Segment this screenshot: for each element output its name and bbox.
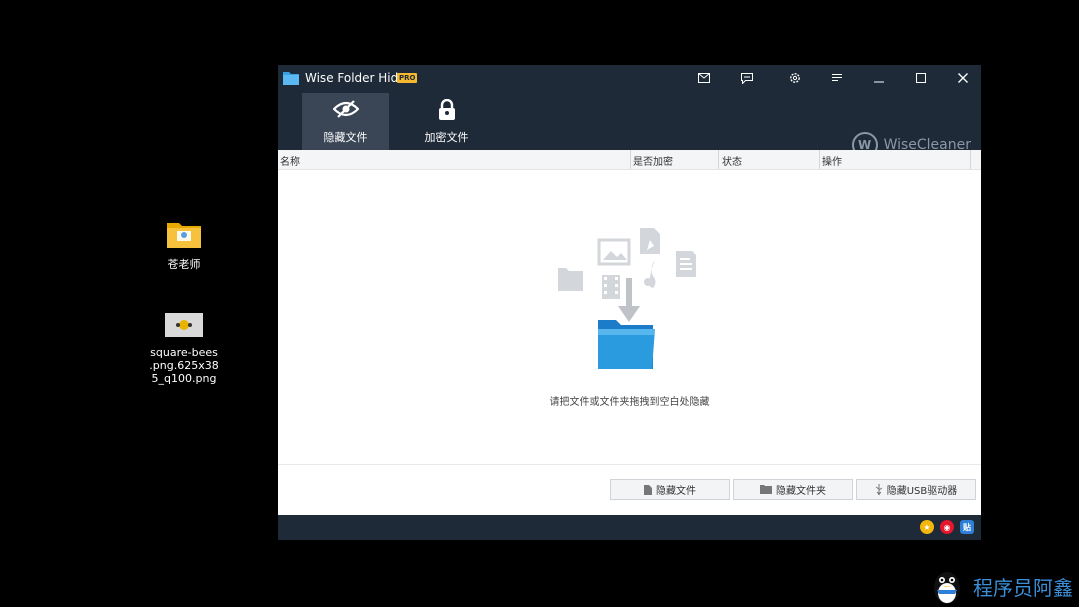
app-logo-icon	[282, 69, 300, 86]
pro-badge: PRO	[397, 73, 418, 83]
hide-usb-button[interactable]: 隐藏USB驱动器	[856, 479, 976, 500]
tieba-icon-label: 贴	[963, 522, 971, 532]
eye-slash-icon	[302, 99, 389, 123]
maximize-button[interactable]	[910, 68, 932, 88]
close-button[interactable]	[952, 68, 974, 88]
desktop-file-icon-item[interactable]: square-bees .png.625x38 5_q100.png	[149, 313, 219, 385]
menu-icon	[832, 74, 842, 81]
hide-file-button-label: 隐藏文件	[656, 486, 696, 497]
penguin-icon	[934, 572, 960, 604]
window-title: Wise Folder Hider	[305, 71, 411, 85]
hide-file-button[interactable]: 隐藏文件	[610, 479, 730, 500]
watermark: 程序员阿鑫	[927, 566, 1073, 606]
hide-folder-button-label: 隐藏文件夹	[776, 486, 826, 497]
folder-icon	[760, 485, 772, 494]
column-divider	[819, 150, 820, 169]
drop-zone-illustration	[548, 220, 708, 380]
desktop-icon-label: square-bees .png.625x38 5_q100.png	[149, 346, 219, 385]
file-list-area[interactable]: 名称 是否加密 状态 操作 请把文件或文件夹拖拽到空白处隐藏 隐藏文件 隐藏文件…	[278, 150, 981, 515]
star-icon[interactable]: ★	[920, 520, 934, 534]
app-window: Wise Folder Hider PRO 隐藏文件 加密文件 W WiseCl…	[278, 65, 981, 540]
maximize-icon	[916, 73, 926, 83]
usb-icon	[875, 484, 883, 495]
tab-hide-files[interactable]: 隐藏文件	[302, 93, 389, 150]
gear-icon	[790, 73, 800, 83]
tab-encrypt-files[interactable]: 加密文件	[403, 93, 490, 150]
column-action[interactable]: 操作	[822, 153, 842, 168]
divider	[278, 464, 981, 465]
menu-button[interactable]	[826, 68, 848, 88]
tab-encrypt-files-label: 加密文件	[424, 131, 469, 144]
message-button[interactable]	[736, 68, 758, 88]
folder-icon	[149, 219, 219, 252]
watermark-text: 程序员阿鑫	[973, 575, 1073, 600]
tieba-icon[interactable]: 贴	[960, 520, 974, 534]
column-divider	[718, 150, 719, 169]
column-divider	[630, 150, 631, 169]
empty-drop-hint: 请把文件或文件夹拖拽到空白处隐藏	[549, 397, 710, 408]
file-icon	[644, 484, 652, 495]
tab-hide-files-label: 隐藏文件	[323, 131, 368, 144]
table-header: 名称 是否加密 状态 操作	[278, 150, 981, 170]
settings-button[interactable]	[784, 68, 806, 88]
hide-folder-button[interactable]: 隐藏文件夹	[733, 479, 853, 500]
status-bar: ★ ◉ 贴	[278, 515, 981, 540]
title-bar: Wise Folder Hider PRO	[278, 65, 981, 91]
desktop-icon-label: 苍老师	[167, 258, 201, 271]
chat-icon	[741, 72, 753, 84]
column-divider	[970, 150, 971, 169]
column-name[interactable]: 名称	[280, 153, 300, 168]
main-toolbar: 隐藏文件 加密文件 W WiseCleaner	[278, 91, 981, 158]
column-encrypted[interactable]: 是否加密	[633, 153, 673, 168]
minimize-icon	[874, 81, 884, 83]
hide-usb-button-label: 隐藏USB驱动器	[886, 486, 958, 497]
feedback-mail-button[interactable]	[693, 68, 715, 88]
arrow-down-icon	[618, 278, 640, 322]
blue-folder-icon	[598, 320, 655, 369]
mail-icon	[698, 73, 710, 83]
weibo-icon[interactable]: ◉	[940, 520, 954, 534]
close-icon	[958, 73, 968, 83]
lock-icon	[403, 99, 490, 123]
column-status[interactable]: 状态	[722, 153, 742, 168]
desktop-folder-icon-item[interactable]: 苍老师	[149, 219, 219, 271]
image-file-icon	[149, 313, 219, 340]
minimize-button[interactable]	[868, 68, 890, 88]
